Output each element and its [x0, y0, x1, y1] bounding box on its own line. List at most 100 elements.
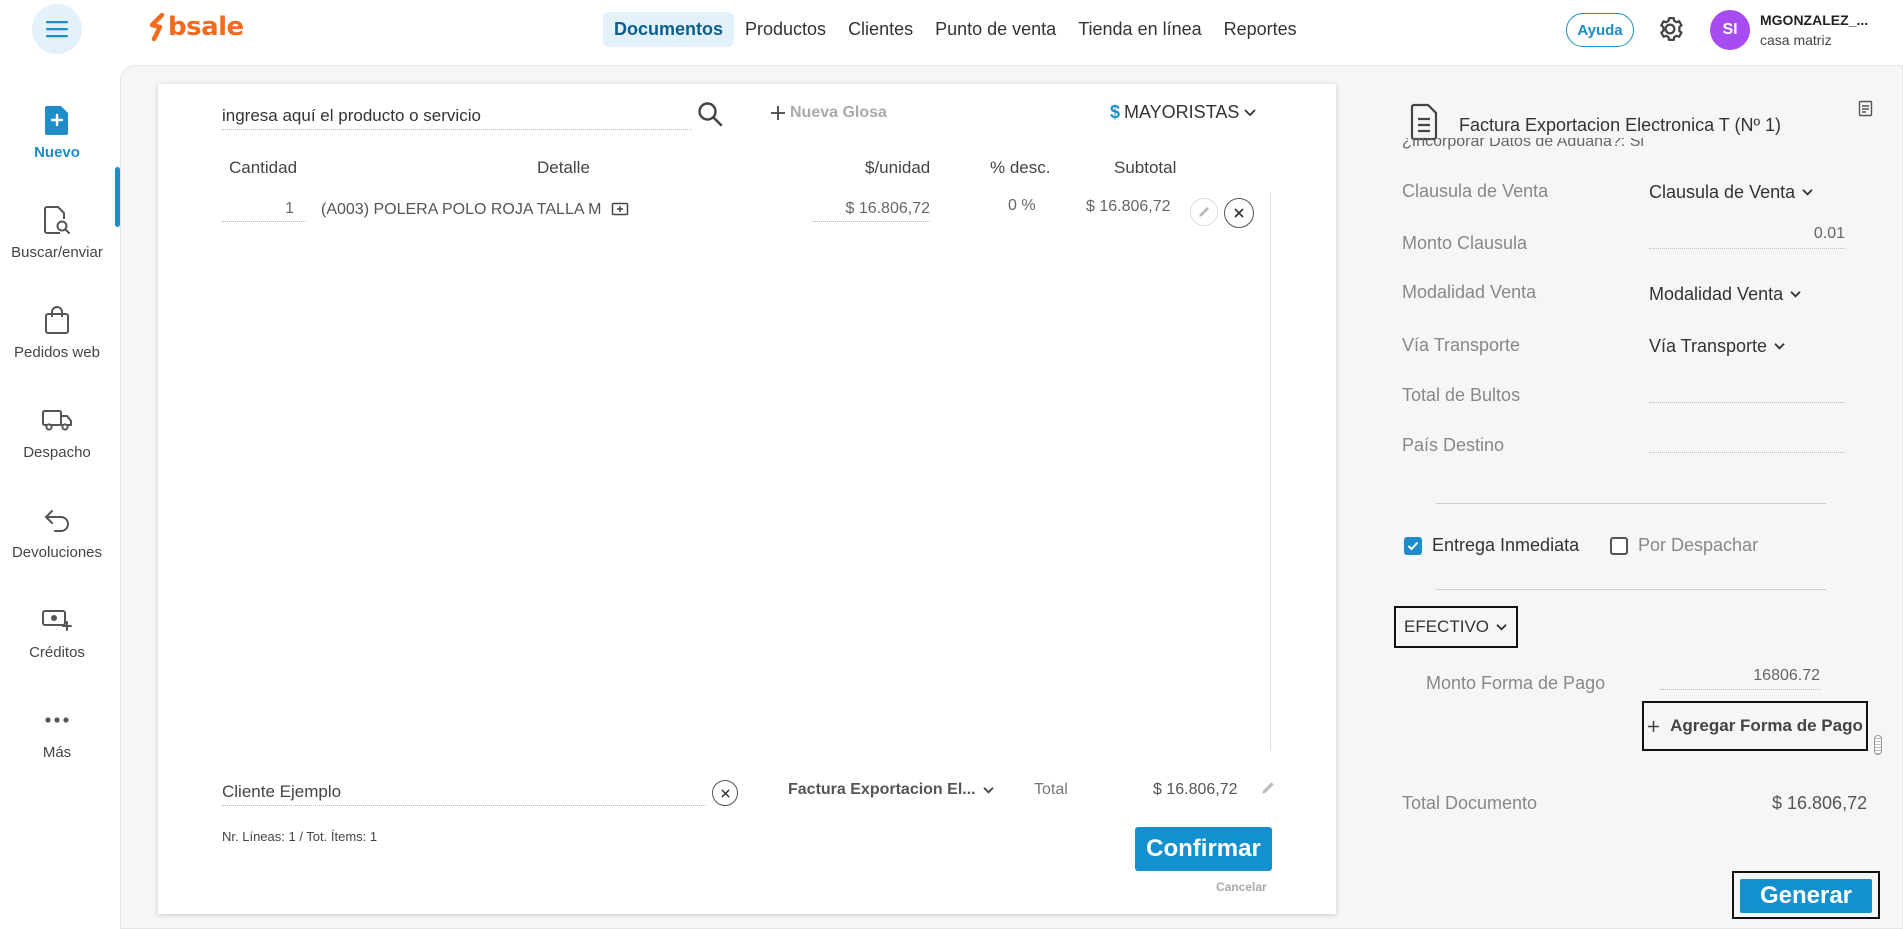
sidebar-item-nuevo[interactable]: Nuevo — [0, 102, 114, 161]
total-document-label: Total Documento — [1402, 793, 1538, 813]
table-scrollbar[interactable] — [1270, 192, 1271, 750]
sidebar-item-label: Créditos — [29, 644, 85, 661]
total-bultos-label: Total de Bultos — [1402, 385, 1521, 405]
user-branch: casa matriz — [1760, 32, 1832, 48]
sidebar-item-label: Pedidos web — [14, 344, 100, 361]
payment-amount-label: Monto Forma de Pago — [1426, 673, 1606, 693]
logo-text: bsale — [168, 12, 244, 42]
checkbox-unchecked — [1610, 536, 1628, 555]
sidebar-item-despacho[interactable]: Despacho — [0, 402, 114, 461]
chevron-down-icon — [1496, 623, 1507, 631]
payment-method-value: EFECTIVO — [1404, 617, 1490, 636]
lines-info: Nr. Líneas: 1 / Tot. Ítems: 1 — [222, 829, 378, 844]
document-title: Factura Exportacion Electronica T (Nº 1) — [1459, 115, 1782, 135]
more-dots-icon — [45, 717, 69, 723]
hamburger-icon — [46, 21, 68, 38]
monto-clausula-label: Monto Clausula — [1402, 233, 1528, 253]
sidebar-item-pedidos-web[interactable]: Pedidos web — [0, 302, 114, 361]
add-comment-icon[interactable] — [611, 202, 629, 218]
new-gloss-button[interactable]: Nueva Glosa — [770, 104, 887, 122]
payment-amount-input[interactable]: 16806.72 — [1660, 667, 1820, 690]
product-search-input[interactable]: ingresa aquí el producto o servicio — [222, 106, 692, 130]
document-type-value: Factura Exportacion El... — [788, 781, 976, 798]
client-input[interactable]: Cliente Ejemplo — [222, 782, 706, 806]
por-despachar-label: Por Despachar — [1638, 535, 1759, 555]
clausula-venta-value: Clausula de Venta — [1649, 182, 1796, 202]
row-discount[interactable]: 0 % — [1008, 197, 1036, 215]
plus-icon — [771, 106, 785, 120]
generate-button[interactable]: Generar — [1740, 879, 1872, 913]
row-unit-price-input[interactable]: $ 16.806,72 — [812, 200, 930, 222]
clausula-venta-label: Clausula de Venta — [1402, 181, 1549, 201]
pais-destino-label: País Destino — [1402, 435, 1505, 455]
total-label: Total — [1034, 781, 1068, 798]
search-icon[interactable] — [696, 100, 724, 128]
help-button[interactable]: Ayuda — [1566, 13, 1634, 47]
plus-icon — [1648, 720, 1660, 732]
sidebar: Nuevo Buscar/enviar Pedidos web Despacho… — [0, 62, 120, 929]
nav-reportes[interactable]: Reportes — [1213, 12, 1308, 47]
document-icon — [1410, 103, 1438, 141]
row-edit-button[interactable] — [1190, 198, 1218, 226]
sidebar-item-label: Nuevo — [34, 144, 80, 161]
divider — [1436, 503, 1826, 504]
chevron-down-icon — [1802, 189, 1813, 196]
via-transporte-value: Vía Transporte — [1649, 336, 1768, 356]
document-type-select[interactable]: Factura Exportacion El... — [788, 781, 995, 799]
logo-mark-icon — [149, 13, 165, 41]
total-bultos-input[interactable] — [1649, 379, 1845, 403]
col-header-subtotal: Subtotal — [1114, 158, 1177, 177]
entrega-inmediata-checkbox[interactable]: Entrega Inmediata — [1404, 535, 1579, 556]
bsale-logo[interactable]: bsale — [148, 12, 244, 42]
col-header-discount: % desc. — [990, 158, 1051, 177]
nav-clientes[interactable]: Clientes — [837, 12, 924, 47]
por-despachar-checkbox[interactable]: Por Despachar — [1610, 535, 1758, 556]
chevron-down-icon — [1244, 108, 1257, 116]
client-clear-button[interactable] — [712, 780, 738, 806]
user-name[interactable]: MGONZALEZ_... — [1760, 12, 1868, 28]
avatar[interactable]: SI — [1710, 10, 1750, 50]
modalidad-venta-label: Modalidad Venta — [1402, 282, 1537, 302]
sidebar-item-mas[interactable]: Más — [0, 702, 114, 761]
gear-icon[interactable] — [1655, 14, 1685, 44]
new-gloss-label: Nueva Glosa — [790, 104, 887, 121]
modalidad-venta-select[interactable]: Modalidad Venta — [1649, 284, 1802, 305]
top-bar: bsale Documentos Productos Clientes Punt… — [0, 0, 1903, 62]
nav-documentos[interactable]: Documentos — [603, 12, 735, 47]
row-delete-button[interactable] — [1224, 198, 1254, 228]
price-list-name: MAYORISTAS — [1124, 102, 1240, 122]
sidebar-item-devoluciones[interactable]: Devoluciones — [0, 502, 114, 561]
pais-destino-input[interactable] — [1649, 429, 1845, 453]
nav-tienda-en-linea[interactable]: Tienda en línea — [1067, 12, 1212, 47]
divider — [1436, 589, 1826, 590]
cancel-link[interactable]: Cancelar — [1216, 880, 1267, 894]
sidebar-item-creditos[interactable]: Créditos — [0, 602, 114, 661]
via-transporte-label: Vía Transporte — [1402, 335, 1521, 355]
monto-clausula-input[interactable]: 0.01 — [1649, 225, 1845, 249]
add-payment-label: Agregar Forma de Pago — [1670, 716, 1863, 735]
col-header-detail: Detalle — [537, 158, 590, 177]
check-icon — [1407, 541, 1419, 550]
row-detail: (A003) POLERA POLO ROJA TALLA M — [321, 201, 629, 219]
customs-question[interactable]: ¿Incorporar Datos de Aduana?: Si — [1402, 138, 1644, 150]
sidebar-item-buscar[interactable]: Buscar/enviar — [0, 202, 114, 261]
row-detail-text: (A003) POLERA POLO ROJA TALLA M — [321, 201, 602, 218]
row-qty-input[interactable]: 1 — [222, 200, 306, 222]
main-nav: Documentos Productos Clientes Punto de v… — [603, 12, 1308, 47]
add-payment-button[interactable]: Agregar Forma de Pago — [1642, 701, 1868, 751]
nav-punto-de-venta[interactable]: Punto de venta — [924, 12, 1067, 47]
close-icon — [1234, 208, 1244, 218]
close-icon — [720, 788, 730, 798]
panel-scrollbar[interactable] — [1874, 735, 1882, 755]
hamburger-menu-button[interactable] — [32, 4, 82, 54]
payment-method-select[interactable]: EFECTIVO — [1394, 606, 1519, 648]
confirm-button[interactable]: Confirmar — [1135, 827, 1272, 871]
price-list-select[interactable]: $ MAYORISTAS — [1110, 102, 1257, 123]
chevron-down-icon — [1790, 291, 1801, 298]
money-add-icon — [42, 610, 72, 631]
document-settings-icon[interactable] — [1858, 99, 1874, 117]
clausula-venta-select[interactable]: Clausula de Venta — [1649, 182, 1814, 203]
nav-productos[interactable]: Productos — [734, 12, 837, 47]
via-transporte-select[interactable]: Vía Transporte — [1649, 336, 1786, 357]
pencil-icon[interactable] — [1260, 780, 1276, 796]
